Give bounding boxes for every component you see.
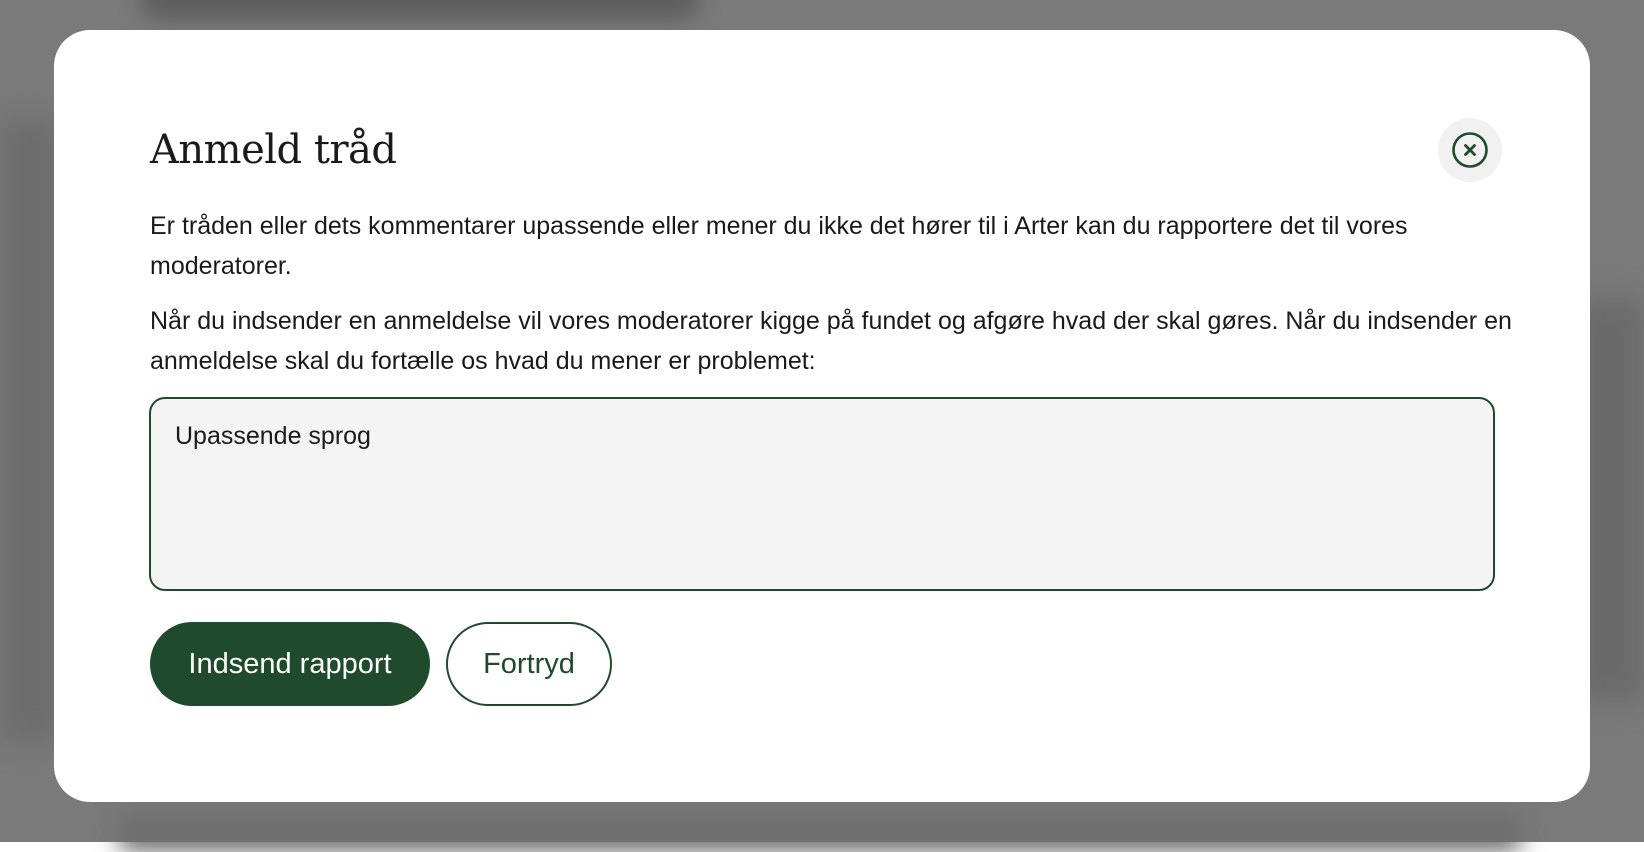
report-thread-dialog: Anmeld tråd Er tråden eller dets komment…: [54, 30, 1590, 802]
submit-report-button[interactable]: Indsend rapport: [150, 622, 430, 706]
dialog-instructions: Når du indsender en anmeldelse vil vores…: [150, 307, 1512, 375]
dialog-description: Er tråden eller dets kommentarer upassen…: [150, 212, 1408, 280]
blurred-background-content: [140, 0, 700, 20]
blurred-background-content: [120, 812, 1520, 852]
cancel-button[interactable]: Fortryd: [446, 622, 612, 706]
report-reason-textarea[interactable]: Upassende sprog: [149, 397, 1495, 591]
close-button[interactable]: [1438, 118, 1502, 182]
blurred-background-content: [0, 120, 60, 740]
close-circle-icon: [1450, 130, 1490, 170]
dialog-title: Anmeld tråd: [150, 127, 397, 173]
